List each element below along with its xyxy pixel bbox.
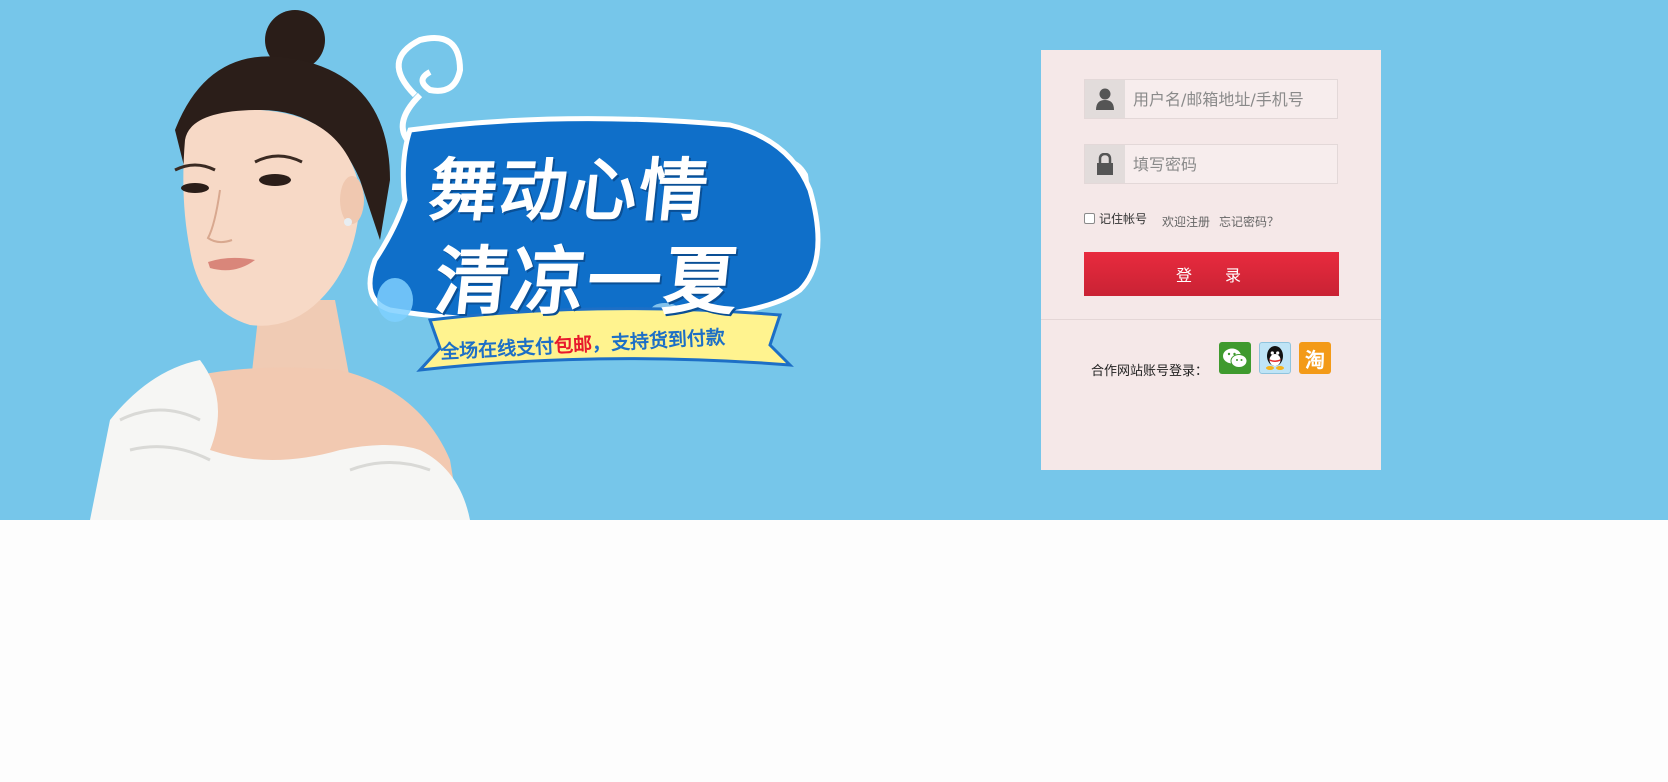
login-options: 记住帐号 欢迎注册 忘记密码？ [1084, 210, 1344, 230]
remember-account[interactable]: 记住帐号 [1084, 210, 1147, 227]
taobao-icon[interactable]: 淘 [1299, 342, 1331, 374]
user-icon [1085, 80, 1125, 118]
hero-banner: 舞动心情 清凉一夏 全场在线支付包邮，支持货到付款 用户名/邮箱地址/手机号 记… [0, 0, 1668, 520]
partner-login-label: 合作网站账号登录： [1091, 364, 1209, 379]
remember-label: 记住帐号 [1099, 212, 1148, 226]
login-button[interactable]: 登 录 [1084, 252, 1339, 296]
slogan-line-2: 清凉一夏 [430, 239, 744, 325]
password-input[interactable] [1133, 145, 1333, 183]
slogan-line-1: 舞动心情 [425, 152, 714, 231]
forgot-password-link[interactable]: 忘记密码？ [1219, 213, 1279, 230]
taobao-glyph: 淘 [1305, 347, 1325, 372]
register-link[interactable]: 欢迎注册 [1162, 213, 1210, 230]
password-field [1084, 144, 1338, 184]
username-field [1084, 79, 1338, 119]
ribbon-text-pre: 全场在线支付 [439, 335, 555, 364]
lock-icon [1085, 145, 1125, 183]
partner-login: 合作网站账号登录： 淘 [1091, 336, 1371, 379]
remember-checkbox[interactable] [1084, 213, 1095, 224]
ribbon-text-highlight: 包邮 [553, 333, 593, 358]
qq-icon[interactable] [1259, 342, 1291, 374]
wechat-icon[interactable] [1219, 342, 1251, 374]
page-body [0, 520, 1668, 782]
username-input[interactable] [1133, 80, 1333, 118]
login-panel: 记住帐号 欢迎注册 忘记密码？ 登 录 合作网站账号登录： [1041, 50, 1381, 470]
divider [1041, 319, 1381, 320]
